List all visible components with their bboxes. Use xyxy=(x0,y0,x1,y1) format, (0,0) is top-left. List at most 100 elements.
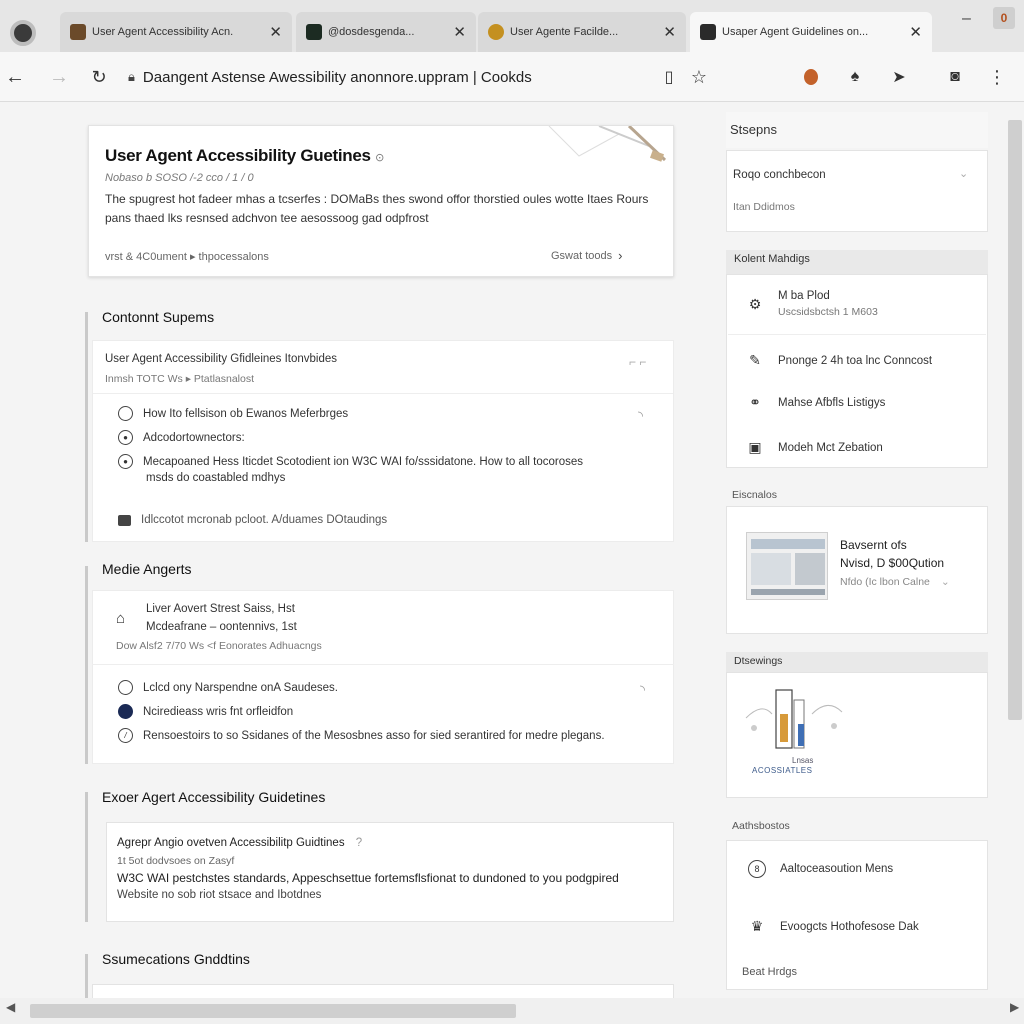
horizontal-scrollbar-thumb[interactable] xyxy=(30,1004,516,1018)
radio-dot-icon[interactable]: / xyxy=(118,728,133,743)
bookmark-icon[interactable]: ▯ xyxy=(658,66,680,88)
info-circle-icon: 8 xyxy=(748,860,766,878)
accessibility-diagram-icon[interactable] xyxy=(742,684,848,754)
section-2-row-1[interactable]: Lclcd ony Narspendne onA Saudeses. xyxy=(118,680,338,695)
pencil-icon: ✎ xyxy=(749,352,761,368)
hero-breadcrumb: vrst & 4C0ument ▸ thpocessalons xyxy=(105,251,269,263)
help-icon[interactable]: ? xyxy=(356,837,362,849)
loading-spinner-icon: ◝ xyxy=(638,408,644,423)
vertical-scrollbar[interactable] xyxy=(1008,120,1022,720)
section-2-row-3[interactable]: / Rensoestoirs to so Ssidanes of the Mes… xyxy=(118,728,605,743)
badge-icon: ♛ xyxy=(750,918,764,934)
section-1-row-2-label: Adcodortownectors: xyxy=(143,431,245,444)
camera-icon[interactable]: ◙ xyxy=(944,66,966,88)
steps-card: Roqo conchbecon ⌄ Itan Ddidmos xyxy=(726,150,988,232)
section-1-row-3-label: Mecapoaned Hess Iticdet Scotodient ion W… xyxy=(143,455,583,468)
tab-2-favicon-icon xyxy=(306,24,322,40)
tab-1[interactable]: User Agent Accessibility Acn. ✕ xyxy=(60,12,292,52)
tab-4-close-icon[interactable]: ✕ xyxy=(909,23,922,41)
menu-icon[interactable]: ⋮ xyxy=(986,66,1008,88)
steps-row-1[interactable]: Roqo conchbecon xyxy=(733,169,826,181)
content-item-2[interactable]: ✎ Pnonge 2 4h toa lnc Conncost xyxy=(746,352,932,369)
screenshot-thumbnail[interactable] xyxy=(746,532,828,600)
tab-2-close-icon[interactable]: ✕ xyxy=(453,23,466,41)
section-4-title: Ssumecations Gnddtins xyxy=(102,951,250,967)
content-item-4[interactable]: ▣ Modeh Mct Zebation xyxy=(746,439,882,456)
section-2-row-2[interactable]: Nciredieass wris fnt orfleidfon xyxy=(118,704,293,719)
radio-dot-icon[interactable]: ● xyxy=(118,454,133,469)
profile-icon[interactable] xyxy=(10,20,36,46)
tab-1-label: User Agent Accessibility Acn. xyxy=(92,26,234,38)
section-1-footer[interactable]: Idlccotot mcronab pcloot. A/duames DOtau… xyxy=(118,514,387,526)
content-divider xyxy=(728,334,986,335)
tab-1-favicon-icon xyxy=(70,24,86,40)
forward-icon[interactable]: → xyxy=(46,64,72,90)
section-1-row-3[interactable]: ● Mecapoaned Hess Iticdet Scotodient ion… xyxy=(118,454,583,469)
chevron-right-icon: › xyxy=(618,248,623,263)
section-2-header: Liver Aovert Strest Saiss, Hst xyxy=(146,603,295,615)
hero-action-link[interactable]: Gswat toods › xyxy=(551,248,622,263)
tab-3[interactable]: User Agente Facilde... ✕ xyxy=(478,12,686,52)
tab-4-active[interactable]: Usaper Agent Guidelines on... ✕ xyxy=(690,12,932,52)
radio-dot-icon[interactable]: ● xyxy=(118,430,133,445)
reload-icon[interactable]: ↻ xyxy=(86,64,112,90)
scroll-left-icon[interactable]: ◀ xyxy=(6,1000,15,1014)
content-head: Kolent Mahdigs xyxy=(734,253,810,265)
minimize-button[interactable]: – xyxy=(962,10,971,28)
users-icon: ⚭ xyxy=(749,394,761,410)
hero-description: The spugrest hot fadeer mhas a tcserfes … xyxy=(105,192,649,225)
scroll-right-icon[interactable]: ▶ xyxy=(1010,1000,1019,1014)
url-text: Daangent Astense Awessibility anonnore.u… xyxy=(142,68,532,86)
tab-strip: User Agent Accessibility Acn. ✕ @dosdesg… xyxy=(0,0,1024,52)
section-1-row-1-label: How Ito fellsison ob Ewanos Meferbrges xyxy=(143,407,349,420)
send-icon[interactable]: ➤ xyxy=(888,66,910,88)
content-item-2-label: Pnonge 2 4h toa lnc Conncost xyxy=(778,354,933,367)
section-3-header: Agrepr Angio ovetven Accessibilitp Guidt… xyxy=(117,837,362,849)
link-item-1[interactable]: 8 Aaltoceasoution Mens xyxy=(748,860,893,878)
section-1-row-3-continued: msds do coastabled mdhys xyxy=(146,472,286,484)
section-2-divider xyxy=(92,664,674,665)
link-item-1-label: Aaltoceasoution Mens xyxy=(780,863,894,875)
section-3-title: Exoer Agert Accessibility Guidetines xyxy=(102,789,326,805)
section-3-header-label: Agrepr Angio ovetven Accessibilitp Guidt… xyxy=(117,837,345,849)
section-1-row-2[interactable]: ● Adcodortownectors: xyxy=(118,430,245,445)
content-item-1-label: M ba Plod xyxy=(778,290,830,302)
section-2-title: Medie Angerts xyxy=(102,561,192,577)
more-link[interactable]: Beat Hrdgs xyxy=(742,966,797,978)
chevron-down-icon[interactable]: ⌄ xyxy=(959,167,968,180)
chevron-down-icon[interactable]: ⌄ xyxy=(941,576,950,588)
section-1-title: Contonnt Supems xyxy=(102,309,215,325)
back-icon[interactable]: ← xyxy=(2,64,28,90)
home-icon: ⌂ xyxy=(116,610,126,627)
info-icon[interactable]: ⊙ xyxy=(375,152,384,164)
section-3-rule xyxy=(85,792,88,922)
extension-badge[interactable]: 0 xyxy=(993,7,1015,29)
hero-card: User Agent Accessibility Guetines ⊙ Noba… xyxy=(88,125,674,277)
tree-icon[interactable]: ♠ xyxy=(844,66,866,88)
extension-icon[interactable] xyxy=(800,66,822,88)
section-2-row-2-label: Nciredieass wris fnt orfleidfon xyxy=(143,705,294,718)
content-item-1[interactable]: ⚙ M ba Plod Uscsidsbctsh 1 M603 xyxy=(746,290,878,318)
hero-action-label: Gswat toods xyxy=(551,249,613,262)
section-1-collapse-icon[interactable]: ⌐ ⌐ xyxy=(629,355,646,369)
address-bar[interactable]: 🔒︎ Daangent Astense Awessibility anonnor… xyxy=(128,62,668,92)
section-1-footer-label: Idlccotot mcronab pcloot. A/duames DOtau… xyxy=(141,514,388,526)
radio-checked-icon[interactable] xyxy=(118,704,133,719)
tab-2[interactable]: @dosdesgenda... ✕ xyxy=(296,12,476,52)
link-item-2[interactable]: ♛ Evoogcts Hothofesose Dak xyxy=(748,918,919,935)
section-3-body: W3C WAI pestchstes standards, Appeschset… xyxy=(117,871,619,885)
steps-row-2: Itan Ddidmos xyxy=(733,201,795,213)
lock-icon[interactable]: 🔒︎ xyxy=(128,69,135,85)
tab-1-close-icon[interactable]: ✕ xyxy=(269,23,282,41)
drawings-head: Dtsewings xyxy=(734,655,783,667)
section-1-rule xyxy=(85,312,88,542)
radio-unchecked-icon[interactable] xyxy=(118,680,133,695)
content-item-3[interactable]: ⚭ Mahse Afbfls Listigys xyxy=(746,394,885,411)
star-icon[interactable]: ☆ xyxy=(688,66,710,88)
radio-unchecked-icon[interactable] xyxy=(118,406,133,421)
content-item-3-label: Mahse Afbfls Listigys xyxy=(778,396,886,409)
section-1-row-1[interactable]: How Ito fellsison ob Ewanos Meferbrges xyxy=(118,406,348,421)
tab-3-close-icon[interactable]: ✕ xyxy=(663,23,676,41)
section-3-body-2: Website no sob riot stsace and Ibotdnes xyxy=(117,889,322,901)
section-2-rule xyxy=(85,566,88,764)
